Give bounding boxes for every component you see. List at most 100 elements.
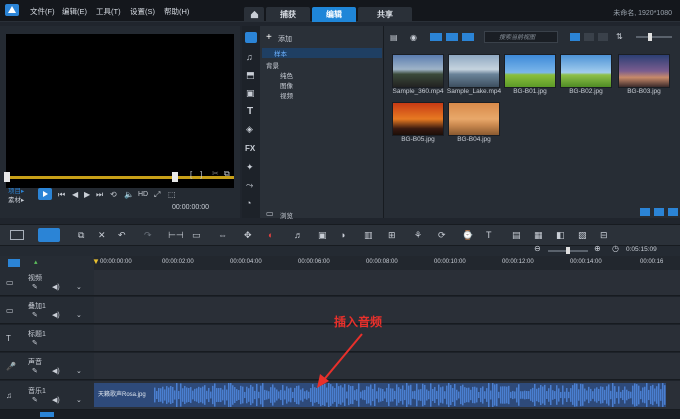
tab-home[interactable] — [244, 7, 264, 22]
library-option-button[interactable] — [640, 208, 650, 216]
expand-icon[interactable]: ⌄ — [76, 283, 82, 291]
move-icon[interactable]: ✥ — [244, 230, 252, 241]
menu-help[interactable]: 帮助(H) — [164, 6, 189, 17]
lock-icon[interactable]: ✎ — [32, 367, 38, 375]
tab-capture[interactable]: 捕获 — [266, 7, 310, 22]
color-icon[interactable]: ◐ — [268, 230, 273, 240]
tree-item-sample[interactable]: 样本 — [262, 48, 382, 58]
media-item[interactable]: Sample_Lake.mp4 — [444, 54, 504, 95]
playhead-icon[interactable]: ▼ — [92, 257, 100, 266]
speed-icon[interactable]: ◔ — [246, 198, 251, 208]
split-icon[interactable]: ✂ — [212, 169, 219, 178]
record-icon[interactable]: ◉ — [410, 33, 417, 42]
view-detail-button[interactable] — [598, 33, 608, 41]
show-video-button[interactable] — [430, 33, 442, 41]
menu-settings[interactable]: 设置(S) — [130, 6, 155, 17]
motion-icon[interactable]: ▣ — [318, 230, 327, 241]
repeat-icon[interactable]: ⟲ — [110, 190, 117, 199]
library-option-button[interactable] — [654, 208, 664, 216]
zoom-handle[interactable] — [566, 247, 570, 254]
add-button[interactable]: 添加 — [278, 34, 292, 44]
preview-screen[interactable] — [6, 34, 234, 188]
storyboard-view-icon[interactable] — [10, 230, 24, 240]
track-lane-video[interactable] — [94, 270, 680, 296]
zoom-in-icon[interactable]: ⊕ — [594, 244, 601, 253]
scrubber-handle-end[interactable] — [172, 172, 178, 182]
expand-icon[interactable]: ⌄ — [76, 396, 82, 404]
mute-icon[interactable]: ◀) — [52, 367, 60, 375]
lock-icon[interactable]: ✎ — [32, 396, 38, 404]
mute-icon[interactable]: ◀) — [52, 396, 60, 404]
mark-in-icon[interactable]: [ — [190, 170, 192, 179]
view-list-button[interactable] — [584, 33, 594, 41]
fx-icon[interactable]: FX — [245, 144, 255, 153]
folder-icon[interactable]: ▤ — [390, 33, 398, 42]
magic-icon[interactable]: ✦ — [246, 162, 254, 173]
media-item[interactable]: BG-B02.jpg — [556, 54, 616, 95]
morph-icon[interactable]: ⚘ — [414, 230, 422, 241]
undo-icon[interactable]: ↶ — [118, 230, 126, 241]
zoom-out-icon[interactable]: ⊖ — [534, 244, 541, 253]
freeze-icon[interactable]: ▨ — [578, 230, 587, 241]
audio-mix-icon[interactable]: ♬ — [294, 230, 303, 240]
media-item[interactable]: BG-B01.jpg — [500, 54, 560, 95]
thumb-size-handle[interactable] — [648, 33, 652, 41]
browse-icon[interactable]: ▭ — [266, 209, 274, 218]
tools-icon[interactable]: ✕ — [98, 230, 106, 241]
add-icon[interactable]: + — [266, 32, 272, 43]
tree-item-background[interactable]: 背景 — [266, 60, 279, 70]
volume-track-icon[interactable]: ▦ — [534, 230, 543, 241]
lock-icon[interactable]: ✎ — [32, 339, 38, 347]
copy-icon[interactable]: ⧉ — [224, 169, 230, 179]
mark-out-icon[interactable]: ] — [200, 170, 202, 179]
library-option-button[interactable] — [668, 208, 678, 216]
media-item[interactable]: BG-B03.jpg — [614, 54, 674, 95]
time-icon[interactable]: ⌚ — [462, 230, 473, 241]
end-icon[interactable]: ⏭ — [96, 190, 103, 200]
text-icon[interactable]: T — [486, 230, 492, 240]
redo-icon[interactable]: ↷ — [144, 230, 152, 241]
menu-edit[interactable]: 编辑(E) — [62, 6, 87, 17]
lock-icon[interactable]: ✎ — [32, 283, 38, 291]
next-frame-icon[interactable]: ▶ — [84, 190, 90, 199]
add-track-icon[interactable]: ▴ — [34, 258, 38, 266]
expand-icon[interactable]: ⌄ — [76, 367, 82, 375]
home-start-icon[interactable]: ⏮ — [58, 190, 65, 200]
split-screen-icon[interactable]: ⇔ — [218, 230, 227, 240]
fit-icon[interactable]: ⊢⊣ — [168, 230, 184, 241]
screen-icon[interactable]: ▤ — [512, 230, 521, 241]
mute-icon[interactable]: ◀) — [52, 283, 60, 291]
sort-icon[interactable]: ⇅ — [616, 32, 623, 41]
volume-icon[interactable]: 🔈 — [124, 190, 134, 199]
menu-tools[interactable]: 工具(T) — [96, 6, 121, 17]
loop-icon[interactable]: ⟳ — [438, 230, 446, 241]
view-thumbnail-button[interactable] — [570, 33, 580, 41]
thumb-size-slider[interactable] — [636, 36, 672, 38]
path-icon[interactable]: ⤳ — [246, 180, 253, 191]
mute-icon[interactable]: ◀) — [52, 311, 60, 319]
stabilize-icon[interactable]: ▥ — [364, 230, 373, 241]
media-category-icon[interactable] — [245, 32, 257, 43]
fullscreen-icon[interactable]: ⤢ — [154, 190, 160, 200]
menu-file[interactable]: 文件(F) — [30, 6, 55, 17]
split-audio-icon[interactable]: ◧ — [556, 230, 565, 241]
play-button[interactable] — [38, 188, 52, 200]
timeline-view-button[interactable] — [38, 228, 60, 242]
lock-icon[interactable]: ✎ — [32, 311, 38, 319]
filter-icon[interactable]: ◈ — [246, 124, 253, 135]
show-photo-button[interactable] — [446, 33, 458, 41]
clip-mode[interactable]: 素材▸ — [8, 194, 24, 204]
media-item[interactable]: Sample_360.mp4 — [388, 54, 448, 95]
expand-icon[interactable]: ⌄ — [76, 311, 82, 319]
search-input[interactable]: 搜索当前视图 — [484, 31, 558, 43]
transition-icon[interactable]: ⬒ — [246, 70, 255, 81]
title-icon[interactable]: T — [247, 106, 253, 117]
timeline-scrollbar[interactable] — [0, 410, 680, 419]
scrubber-handle-start[interactable] — [4, 172, 10, 182]
track-view-toggle[interactable] — [8, 259, 20, 267]
tree-item-solid[interactable]: 纯色 — [280, 70, 293, 80]
tab-share[interactable]: 共享 — [358, 7, 412, 22]
subtitle-icon[interactable]: ▭ — [192, 230, 201, 241]
browse-button[interactable]: 浏览 — [280, 210, 293, 220]
crop-icon[interactable]: ⬚ — [168, 190, 176, 199]
